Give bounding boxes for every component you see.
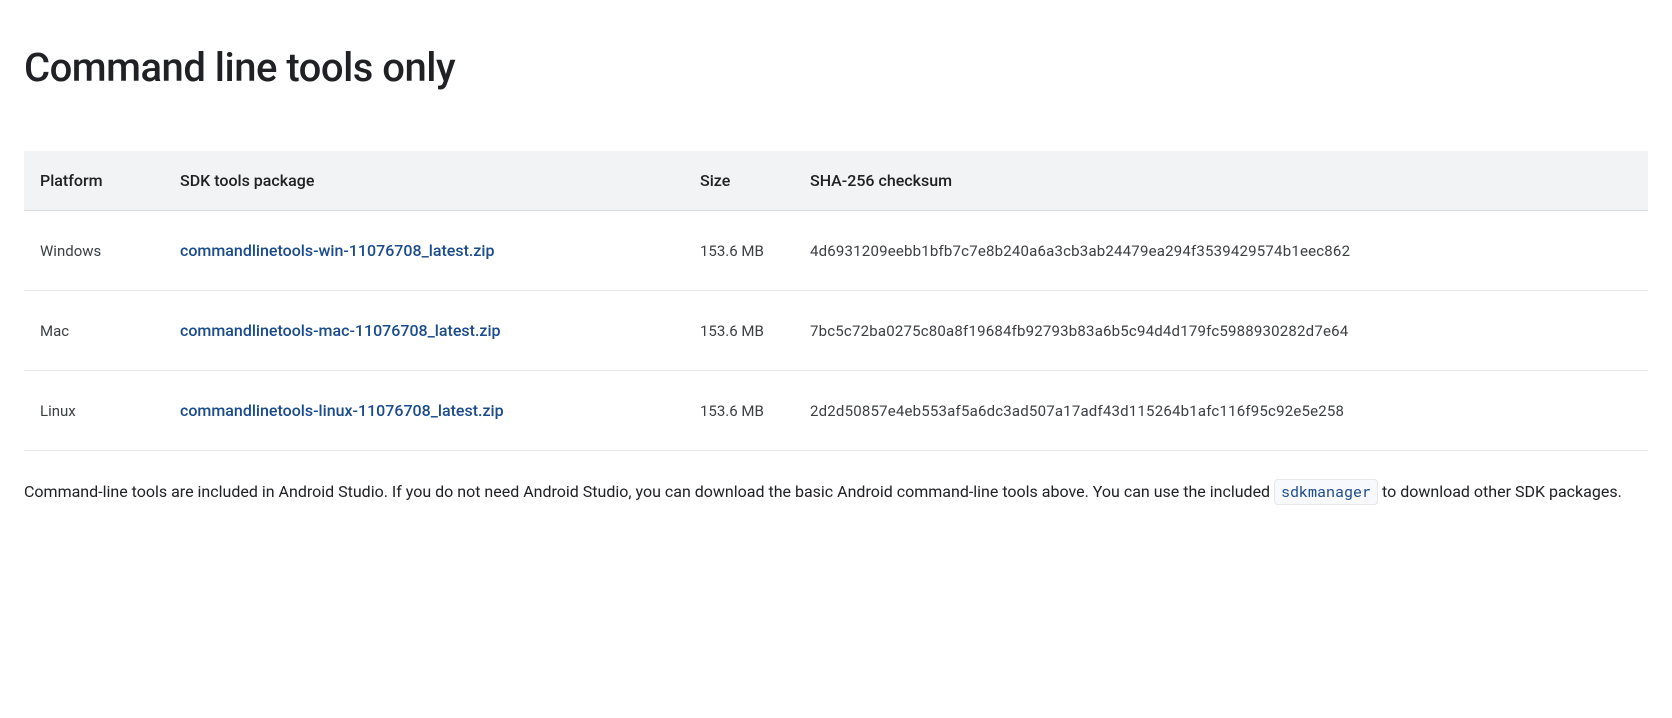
checksum-text: 4d6931209eebb1bfb7c7e8b240a6a3cb3ab24479… bbox=[810, 242, 1350, 260]
table-row: Linux commandlinetools-linux-11076708_la… bbox=[24, 371, 1648, 451]
checksum-text: 7bc5c72ba0275c80a8f19684fb92793b83a6b5c9… bbox=[810, 322, 1348, 340]
cell-package: commandlinetools-mac-11076708_latest.zip bbox=[164, 291, 684, 371]
cell-size: 153.6 MB bbox=[684, 211, 794, 291]
cell-platform: Mac bbox=[24, 291, 164, 371]
cell-package: commandlinetools-win-11076708_latest.zip bbox=[164, 211, 684, 291]
header-package: SDK tools package bbox=[164, 151, 684, 211]
download-link-windows[interactable]: commandlinetools-win-11076708_latest.zip bbox=[180, 241, 494, 260]
cell-size: 153.6 MB bbox=[684, 371, 794, 451]
cell-checksum: 7bc5c72ba0275c80a8f19684fb92793b83a6b5c9… bbox=[794, 291, 1648, 371]
table-row: Windows commandlinetools-win-11076708_la… bbox=[24, 211, 1648, 291]
cell-package: commandlinetools-linux-11076708_latest.z… bbox=[164, 371, 684, 451]
header-checksum: SHA-256 checksum bbox=[794, 151, 1648, 211]
cell-checksum: 2d2d50857e4eb553af5a6dc3ad507a17adf43d11… bbox=[794, 371, 1648, 451]
description-text-2: to download other SDK packages. bbox=[1378, 482, 1622, 501]
downloads-table: Platform SDK tools package Size SHA-256 … bbox=[24, 151, 1648, 451]
download-link-mac[interactable]: commandlinetools-mac-11076708_latest.zip bbox=[180, 321, 501, 340]
checksum-text: 2d2d50857e4eb553af5a6dc3ad507a17adf43d11… bbox=[810, 402, 1344, 420]
table-header-row: Platform SDK tools package Size SHA-256 … bbox=[24, 151, 1648, 211]
cell-platform: Linux bbox=[24, 371, 164, 451]
cell-checksum: 4d6931209eebb1bfb7c7e8b240a6a3cb3ab24479… bbox=[794, 211, 1648, 291]
cell-platform: Windows bbox=[24, 211, 164, 291]
header-platform: Platform bbox=[24, 151, 164, 211]
sdkmanager-code[interactable]: sdkmanager bbox=[1274, 479, 1378, 505]
download-link-linux[interactable]: commandlinetools-linux-11076708_latest.z… bbox=[180, 401, 504, 420]
page-title: Command line tools only bbox=[24, 44, 1648, 91]
description-paragraph: Command-line tools are included in Andro… bbox=[24, 479, 1624, 505]
table-row: Mac commandlinetools-mac-11076708_latest… bbox=[24, 291, 1648, 371]
cell-size: 153.6 MB bbox=[684, 291, 794, 371]
description-text-1: Command-line tools are included in Andro… bbox=[24, 482, 1274, 501]
header-size: Size bbox=[684, 151, 794, 211]
